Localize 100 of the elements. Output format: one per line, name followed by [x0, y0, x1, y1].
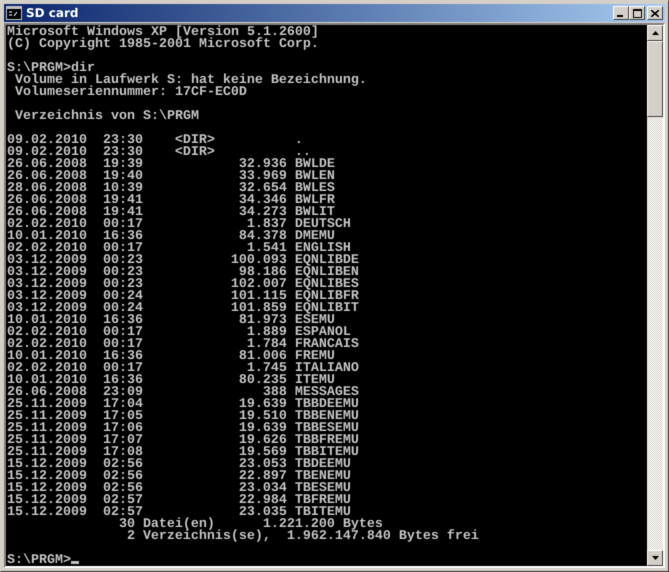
- minimize-button[interactable]: [613, 6, 629, 20]
- size-text: 101.859: [230, 303, 287, 315]
- date-text: 02.02.2010: [7, 327, 87, 339]
- date-text: 03.12.2009: [7, 291, 87, 303]
- close-button[interactable]: [647, 6, 663, 20]
- size-text: 1.745: [246, 363, 287, 375]
- scroll-up-button[interactable]: [647, 25, 663, 41]
- file-name: BWLEN: [294, 171, 336, 183]
- file-name: TBBDEEMU: [294, 399, 360, 411]
- text-cursor: [71, 561, 79, 564]
- time-text: 00:17: [102, 363, 143, 375]
- file-name: TBITEMU: [294, 507, 351, 519]
- date-text: 10.01.2010: [7, 231, 87, 243]
- size-text: 81.973: [238, 315, 287, 327]
- time-text: 00:17: [102, 327, 143, 339]
- size-text: 98.186: [238, 267, 287, 279]
- date-text: 03.12.2009: [7, 267, 87, 279]
- file-name: TBBESEMU: [294, 423, 360, 435]
- close-icon: [651, 10, 659, 16]
- file-name: TBBITEMU: [294, 447, 360, 459]
- size-text: 22.984: [238, 495, 287, 507]
- size-text: 23.035: [238, 507, 287, 519]
- maximize-button[interactable]: [629, 6, 645, 20]
- file-name: FREMU: [294, 351, 335, 363]
- date-text: 03.12.2009: [7, 279, 87, 291]
- date-text: 03.12.2009: [7, 255, 87, 267]
- file-name: TBFREMU: [294, 495, 352, 507]
- file-name: BWLFR: [294, 195, 336, 207]
- size-text: 101.115: [230, 291, 287, 303]
- date-text: 03.12.2009: [7, 303, 87, 315]
- file-name: DMEMU: [294, 231, 335, 243]
- dir-tag: <DIR>: [174, 135, 215, 147]
- date-text: 26.06.2008: [7, 387, 87, 399]
- file-name: BWLIT: [294, 207, 335, 219]
- time-text: 02:56: [102, 483, 143, 495]
- maximize-icon: [632, 8, 642, 18]
- file-name: BWLES: [294, 183, 336, 195]
- date-text: 25.11.2009: [7, 435, 87, 447]
- file-name: ENGLISH: [294, 243, 351, 255]
- size-text: 84.378: [238, 231, 287, 243]
- time-text: 02:56: [102, 471, 143, 483]
- file-name: TBESEMU: [294, 483, 352, 495]
- vertical-scrollbar[interactable]: [647, 25, 663, 566]
- time-text: 10:39: [102, 183, 143, 195]
- time-text: 00:17: [102, 243, 143, 255]
- time-text: 00:17: [102, 339, 143, 351]
- time-text: 16:36: [102, 315, 143, 327]
- scroll-thumb[interactable]: [647, 41, 663, 117]
- date-text: 10.01.2010: [7, 375, 87, 387]
- time-text: 23:09: [102, 387, 143, 399]
- date-text: 25.11.2009: [7, 411, 87, 423]
- down-arrow-icon: [652, 556, 658, 560]
- date-text: 25.11.2009: [7, 447, 87, 459]
- date-text: 10.01.2010: [7, 315, 87, 327]
- date-text: 10.01.2010: [7, 351, 87, 363]
- time-text: 19:41: [102, 195, 143, 207]
- file-name: EQNLIBES: [294, 279, 360, 291]
- summary-label: Verzeichnis(se),: [142, 531, 271, 543]
- time-text: 00:24: [102, 303, 143, 315]
- time-text: 17:04: [102, 399, 143, 411]
- scroll-down-button[interactable]: [647, 550, 663, 566]
- time-text: 00:23: [102, 255, 143, 267]
- size-text: 19.639: [238, 423, 287, 435]
- date-text: 15.12.2009: [7, 507, 87, 519]
- date-text: 26.06.2008: [7, 195, 87, 207]
- time-text: 19:39: [102, 159, 143, 171]
- size-text: 32.654: [238, 183, 287, 195]
- date-text: 09.02.2010: [7, 135, 87, 147]
- time-text: 17:07: [102, 435, 143, 447]
- time-text: 00:23: [102, 279, 143, 291]
- date-text: 15.12.2009: [7, 459, 87, 471]
- file-name: EQNLIBDE: [294, 255, 360, 267]
- size-text: 19.626: [238, 435, 287, 447]
- size-text: 100.093: [230, 255, 287, 267]
- size-text: 23.034: [238, 483, 287, 495]
- file-name: ..: [294, 147, 311, 159]
- time-text: 16:36: [102, 375, 143, 387]
- file-name: TBDEEMU: [294, 459, 352, 471]
- console-line: Verzeichnis von S:\PRGM: [14, 109, 199, 124]
- file-name: TBBFREMU: [294, 435, 360, 447]
- date-text: 02.02.2010: [7, 219, 87, 231]
- prompt-text: S:\PRGM>: [7, 553, 71, 566]
- file-name: EQNLIBEN: [294, 267, 360, 279]
- summary-label: Datei(en): [142, 519, 215, 531]
- time-text: 16:36: [102, 351, 143, 363]
- file-name: TBBENEMU: [294, 411, 360, 423]
- file-name: ESEMU: [294, 315, 335, 327]
- time-text: 00:17: [102, 219, 143, 231]
- size-text: 1.837: [246, 219, 287, 231]
- window-title: SD card: [26, 6, 80, 20]
- file-name: TBENEMU: [294, 471, 352, 483]
- size-text: 19.569: [238, 447, 287, 459]
- count-text: 30: [118, 519, 135, 531]
- size-text: 22.897: [238, 471, 287, 483]
- size-text: 32.936: [238, 159, 287, 171]
- time-text: 00:23: [102, 267, 143, 279]
- file-name: DEUTSCH: [294, 219, 352, 231]
- up-arrow-icon: [652, 31, 658, 35]
- date-text: 02.02.2010: [7, 243, 87, 255]
- time-text: 02:57: [102, 495, 143, 507]
